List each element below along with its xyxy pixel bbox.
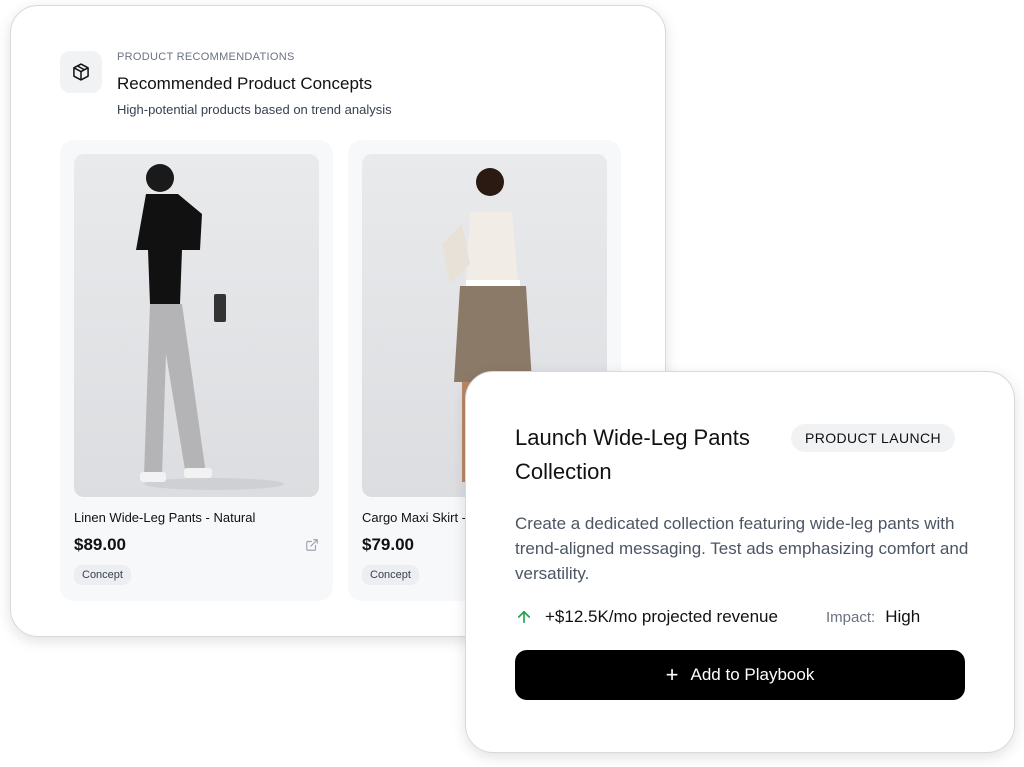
launch-recommendation-card: Launch Wide-Leg Pants Collection PRODUCT… bbox=[465, 371, 1015, 753]
arrow-up-icon bbox=[517, 610, 531, 624]
section-subtitle: High-potential products based on trend a… bbox=[117, 102, 392, 117]
section-eyebrow: PRODUCT RECOMMENDATIONS bbox=[117, 51, 295, 63]
product-price: $79.00 bbox=[362, 535, 414, 554]
package-icon bbox=[60, 51, 102, 93]
recommendation-description: Create a dedicated collection featuring … bbox=[515, 514, 969, 583]
product-badge: Concept bbox=[362, 565, 419, 585]
external-link-icon[interactable] bbox=[305, 538, 319, 552]
recommendation-title: Launch Wide-Leg Pants Collection bbox=[515, 425, 750, 484]
impact-label: Impact: bbox=[826, 608, 876, 626]
revenue-text: +$12.5K/mo projected revenue bbox=[545, 607, 778, 626]
product-name: Linen Wide-Leg Pants - Natural bbox=[74, 510, 256, 525]
add-to-playbook-button[interactable]: + Add to Playbook bbox=[515, 650, 965, 700]
product-card[interactable]: Linen Wide-Leg Pants - Natural $89.00 Co… bbox=[60, 140, 333, 601]
product-price: $89.00 bbox=[74, 535, 126, 554]
impact-value: High bbox=[885, 607, 921, 626]
category-badge: PRODUCT LAUNCH bbox=[791, 424, 956, 452]
impact-indicator: Impact: High bbox=[826, 607, 920, 627]
button-label: Add to Playbook bbox=[690, 665, 815, 684]
section-title: Recommended Product Concepts bbox=[117, 74, 373, 93]
projected-revenue: +$12.5K/mo projected revenue bbox=[515, 607, 778, 627]
plus-icon: + bbox=[665, 662, 679, 687]
product-image[interactable] bbox=[74, 154, 319, 497]
product-badge: Concept bbox=[74, 565, 131, 585]
